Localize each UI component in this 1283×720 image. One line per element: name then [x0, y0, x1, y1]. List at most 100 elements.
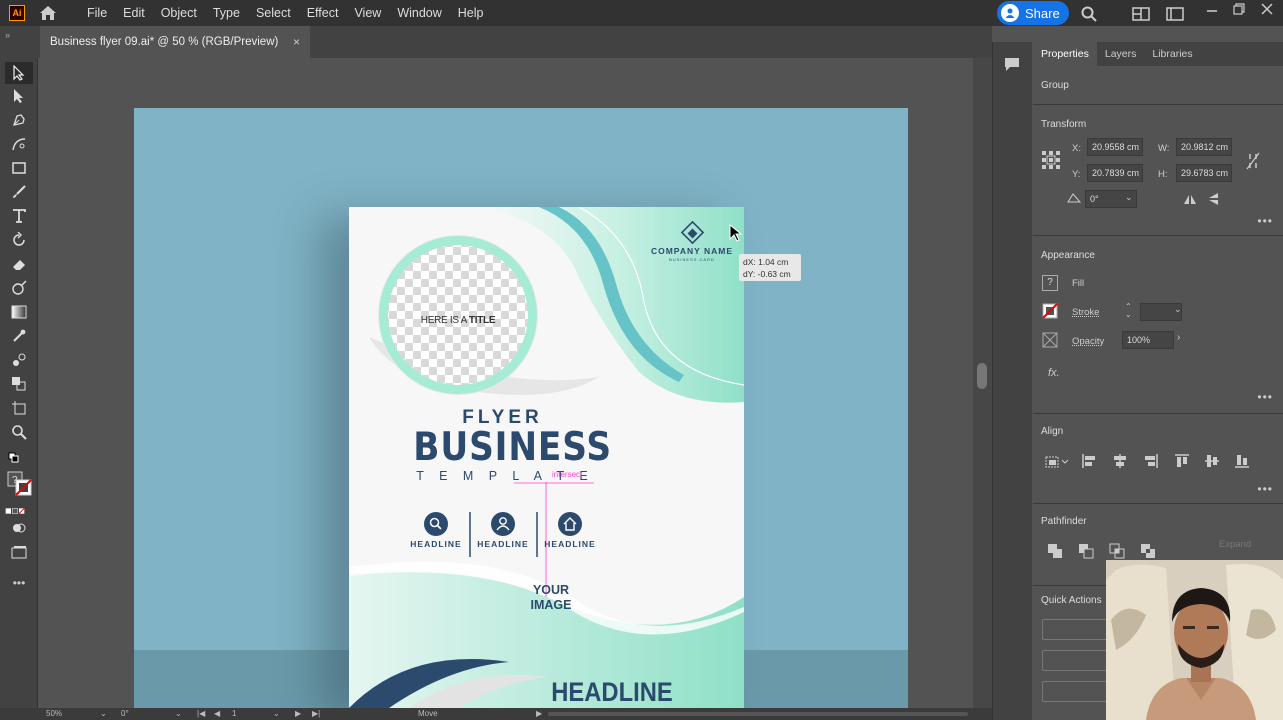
menu-window[interactable]: Window: [389, 0, 449, 26]
align-vertical-center-icon[interactable]: [1204, 453, 1220, 472]
previous-artboard-icon[interactable]: ◀: [214, 709, 220, 718]
width-label: W:: [1158, 143, 1170, 154]
workspace-icon[interactable]: [1166, 7, 1184, 24]
shape-builder-tool-icon[interactable]: [9, 374, 29, 394]
stroke-swatch-icon[interactable]: [1042, 303, 1058, 322]
rotation-dropdown-icon[interactable]: ⌄: [175, 709, 182, 718]
stroke-weight-stepper-icon[interactable]: ⌃ ⌄: [1125, 303, 1132, 319]
edit-toolbar-icon[interactable]: •••: [9, 573, 29, 593]
eyedropper-tool-icon[interactable]: [9, 326, 29, 346]
share-button[interactable]: Share: [997, 1, 1069, 25]
align-bottom-icon[interactable]: [1234, 453, 1250, 472]
eraser-tool-icon[interactable]: [9, 254, 29, 274]
delta-y-readout: dY: -0.63 cm: [743, 269, 791, 279]
angle-dropdown-icon[interactable]: ⌄: [1125, 192, 1133, 203]
tab-properties[interactable]: Properties: [1033, 42, 1097, 66]
first-artboard-icon[interactable]: |◀: [197, 709, 205, 718]
company-tagline: BUSINESS CARD: [669, 257, 715, 262]
next-artboard-icon[interactable]: ▶: [295, 709, 301, 718]
canvas-horizontal-scrollbar[interactable]: [548, 712, 968, 716]
stroke-weight-dropdown-icon[interactable]: ⌄: [1174, 304, 1182, 315]
rotation-value[interactable]: 0°: [121, 709, 129, 718]
x-position-field[interactable]: 20.9558 cm: [1087, 138, 1143, 156]
canvas-area[interactable]: COMPANY NAME BUSINESS CARD HERE IS A TIT…: [38, 58, 973, 708]
minus-front-icon[interactable]: [1078, 543, 1094, 562]
tab-layers[interactable]: Layers: [1097, 42, 1145, 66]
align-right-icon[interactable]: [1143, 453, 1159, 472]
y-position-field[interactable]: 20.7839 cm: [1087, 164, 1143, 182]
last-artboard-icon[interactable]: ▶|: [312, 709, 320, 718]
curvature-tool-icon[interactable]: [9, 134, 29, 154]
opacity-field[interactable]: 100%: [1122, 331, 1174, 349]
zoom-level[interactable]: 50%: [46, 709, 62, 718]
divider: [1033, 413, 1283, 414]
headline-label-2: HEADLINE: [477, 539, 529, 549]
align-top-icon[interactable]: [1174, 453, 1190, 472]
transform-more-options-icon[interactable]: •••: [1257, 214, 1273, 228]
screen-mode-icon[interactable]: [9, 542, 29, 562]
warp-tool-icon[interactable]: [9, 278, 29, 298]
scrollbar-thumb[interactable]: [977, 363, 987, 389]
menu-file[interactable]: File: [79, 0, 115, 26]
zoom-tool-icon[interactable]: [9, 422, 29, 442]
default-colors-icon[interactable]: [4, 448, 24, 468]
gradient-tool-icon[interactable]: [9, 302, 29, 322]
stroke-label[interactable]: Stroke: [1072, 307, 1099, 318]
document-tab[interactable]: Business flyer 09.ai* @ 50 % (RGB/Previe…: [40, 26, 310, 58]
zoom-dropdown-icon[interactable]: ⌄: [100, 709, 107, 718]
search-icon[interactable]: [1080, 5, 1098, 26]
unite-icon[interactable]: [1047, 543, 1063, 562]
type-tool-icon[interactable]: [9, 206, 29, 226]
align-left-icon[interactable]: [1081, 453, 1097, 472]
menu-select[interactable]: Select: [248, 0, 299, 26]
artboard-tool-icon[interactable]: [9, 398, 29, 418]
close-window-icon[interactable]: [1260, 2, 1274, 19]
selection-tool-icon[interactable]: [5, 62, 33, 84]
menu-type[interactable]: Type: [205, 0, 248, 26]
pen-tool-icon[interactable]: [9, 110, 29, 130]
menu-effect[interactable]: Effect: [299, 0, 347, 26]
minimize-icon[interactable]: [1205, 4, 1219, 21]
width-field[interactable]: 20.9812 cm: [1176, 138, 1232, 156]
rotate-tool-icon[interactable]: [9, 230, 29, 250]
constrain-proportions-icon[interactable]: [1246, 152, 1260, 173]
menu-help[interactable]: Help: [450, 0, 492, 26]
blend-tool-icon[interactable]: [9, 350, 29, 370]
artboard-dropdown-icon[interactable]: ⌄: [273, 709, 280, 718]
business-word: BUSINESS: [413, 425, 612, 470]
rectangle-tool-icon[interactable]: [9, 158, 29, 178]
status-menu-icon[interactable]: ▶: [536, 709, 542, 718]
reference-point-icon[interactable]: [1041, 150, 1061, 173]
canvas-vertical-scrollbar[interactable]: [973, 58, 992, 708]
artboard-number[interactable]: 1: [232, 709, 236, 718]
collapse-toolbar-icon[interactable]: »: [5, 30, 10, 40]
menu-view[interactable]: View: [346, 0, 389, 26]
effects-fx-icon[interactable]: fx.: [1048, 367, 1060, 379]
tab-libraries[interactable]: Libraries: [1144, 42, 1200, 66]
drawing-modes-icon[interactable]: [9, 518, 29, 538]
flyer-design[interactable]: COMPANY NAME BUSINESS CARD HERE IS A TIT…: [349, 207, 744, 708]
restore-icon[interactable]: [1232, 2, 1246, 19]
paintbrush-tool-icon[interactable]: [9, 182, 29, 202]
close-tab-icon[interactable]: ×: [293, 35, 300, 49]
expand-button[interactable]: Expand: [1219, 539, 1251, 550]
menu-object[interactable]: Object: [153, 0, 205, 26]
align-horizontal-center-icon[interactable]: [1112, 453, 1128, 472]
flip-vertical-icon[interactable]: [1208, 192, 1220, 209]
fill-swatch-icon[interactable]: ?: [1042, 275, 1058, 291]
arrange-documents-icon[interactable]: [1132, 7, 1150, 24]
align-to-selection-icon[interactable]: [1045, 454, 1071, 473]
comments-icon[interactable]: [1003, 56, 1021, 75]
appearance-more-options-icon[interactable]: •••: [1257, 390, 1273, 404]
direct-selection-tool-icon[interactable]: [9, 86, 29, 106]
menu-edit[interactable]: Edit: [115, 0, 153, 26]
align-more-options-icon[interactable]: •••: [1257, 482, 1273, 496]
flip-horizontal-icon[interactable]: [1183, 194, 1197, 209]
home-icon[interactable]: [39, 4, 59, 22]
height-field[interactable]: 29.6783 cm: [1176, 164, 1232, 182]
circle-title-bold: TITLE: [468, 315, 496, 326]
fill-stroke-swatch[interactable]: ?: [6, 470, 34, 498]
opacity-label[interactable]: Opacity: [1072, 336, 1104, 347]
intersect-hint: intersect: [552, 470, 583, 479]
opacity-chevron-icon[interactable]: ›: [1177, 332, 1180, 343]
